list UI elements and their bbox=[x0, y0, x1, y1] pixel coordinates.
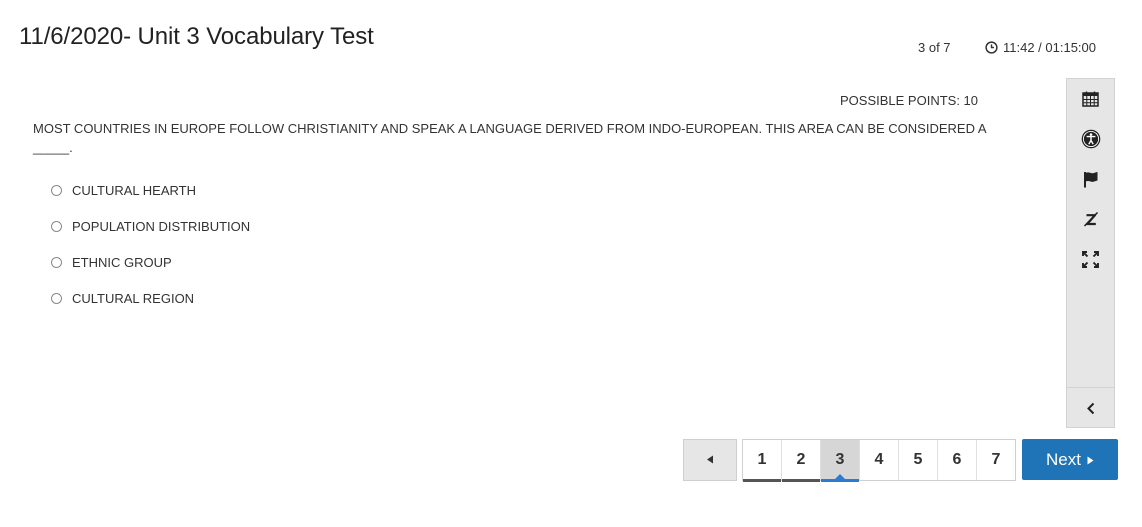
next-button[interactable]: Next bbox=[1022, 439, 1118, 480]
previous-button[interactable] bbox=[683, 439, 737, 481]
answer-option-cultural-hearth[interactable]: CULTURAL HEARTH bbox=[51, 172, 250, 208]
timer-text: 11:42 / 01:15:00 bbox=[1003, 40, 1097, 55]
accessibility-icon[interactable] bbox=[1067, 119, 1114, 159]
clock-icon bbox=[985, 41, 998, 54]
page-title: 11/6/2020- Unit 3 Vocabulary Test bbox=[19, 23, 374, 50]
question-text: MOST COUNTRIES IN EUROPE FOLLOW CHRISTIA… bbox=[33, 121, 986, 155]
radio-button[interactable] bbox=[51, 256, 62, 268]
page-button-1[interactable]: 1 bbox=[743, 440, 782, 482]
radio-button[interactable] bbox=[51, 184, 62, 196]
timer: 11:42 / 01:15:00 bbox=[985, 40, 1096, 55]
radio-button[interactable] bbox=[51, 220, 62, 232]
collapse-icon[interactable] bbox=[1067, 389, 1114, 427]
possible-points: POSSIBLE POINTS: 10 bbox=[840, 93, 978, 108]
tools-sidebar bbox=[1066, 78, 1115, 428]
question-pagination: 1 2 3 4 5 6 7 Next bbox=[683, 439, 1118, 482]
next-button-label: Next bbox=[1046, 449, 1081, 469]
answer-option-ethnic-group[interactable]: ETHNIC GROUP bbox=[51, 244, 250, 280]
answer-option-cultural-region[interactable]: CULTURAL REGION bbox=[51, 280, 250, 316]
option-label: CULTURAL REGION bbox=[72, 290, 195, 306]
page-number-list: 1 2 3 4 5 6 7 bbox=[742, 439, 1016, 482]
answer-options: CULTURAL HEARTH POPULATION DISTRIBUTION … bbox=[51, 172, 250, 316]
option-label: CULTURAL HEARTH bbox=[72, 182, 197, 198]
page-button-6[interactable]: 6 bbox=[938, 440, 977, 480]
calendar-icon[interactable] bbox=[1067, 79, 1114, 119]
page-button-2[interactable]: 2 bbox=[782, 440, 821, 482]
page-button-5[interactable]: 5 bbox=[899, 440, 938, 480]
answer-option-population-distribution[interactable]: POPULATION DISTRIBUTION bbox=[51, 208, 250, 244]
option-label: ETHNIC GROUP bbox=[72, 254, 172, 270]
question-progress: 3 of 7 bbox=[918, 40, 951, 55]
strikethrough-icon[interactable] bbox=[1067, 199, 1114, 239]
page-button-7[interactable]: 7 bbox=[977, 440, 1015, 480]
option-label: POPULATION DISTRIBUTION bbox=[72, 218, 251, 234]
page-button-3[interactable]: 3 bbox=[821, 440, 860, 482]
toolbar-divider bbox=[1067, 387, 1114, 388]
fullscreen-icon[interactable] bbox=[1067, 239, 1114, 279]
caret-right-icon bbox=[1087, 450, 1094, 470]
caret-left-icon bbox=[706, 451, 714, 469]
radio-button[interactable] bbox=[51, 292, 62, 304]
page-button-4[interactable]: 4 bbox=[860, 440, 899, 480]
flag-icon[interactable] bbox=[1067, 159, 1114, 199]
